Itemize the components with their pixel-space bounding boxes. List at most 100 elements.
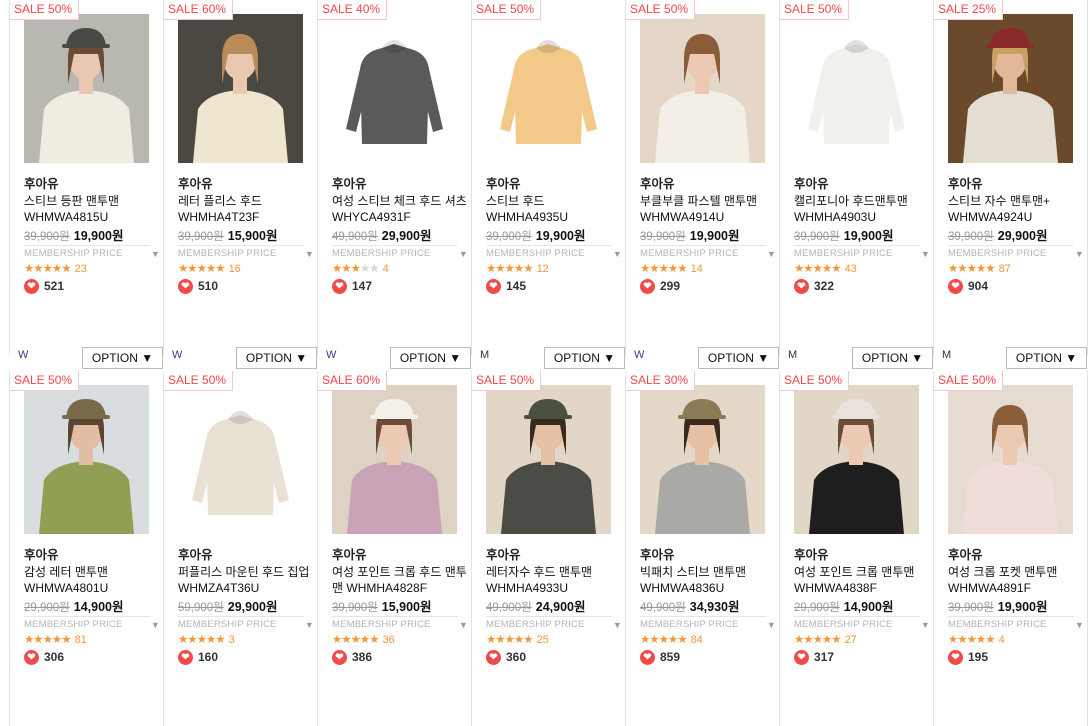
membership-price-toggle[interactable]: MEMBERSHIP PRICE ▼ — [948, 245, 1084, 259]
like-button[interactable]: ❤ 160 — [178, 650, 218, 666]
product-card[interactable]: SALE 50% 후아유 레터자수 후드 맨투맨 WHMHA4933U 49,9… — [471, 371, 626, 726]
triangle-down-icon[interactable]: ▼ — [151, 620, 160, 630]
option-button[interactable]: OPTION ▼ — [236, 347, 317, 369]
product-card[interactable]: SALE 50% 후아유 캘리포니아 후드맨투맨 WHMHA4903U 39,9… — [779, 0, 934, 355]
triangle-down-icon[interactable]: ▼ — [459, 620, 468, 630]
heart-icon[interactable]: ❤ — [178, 279, 193, 295]
product-card[interactable]: SALE 60% 후아유 레터 플리스 후드 WHMHA4T23F 39,900… — [163, 0, 318, 355]
membership-price-toggle[interactable]: MEMBERSHIP PRICE ▼ — [178, 245, 314, 259]
membership-price-toggle[interactable]: MEMBERSHIP PRICE ▼ — [332, 616, 468, 630]
membership-price-toggle[interactable]: MEMBERSHIP PRICE ▼ — [178, 616, 314, 630]
product-name[interactable]: 스티브 등판 맨투맨 WHMWA4815U — [24, 193, 164, 225]
heart-icon[interactable]: ❤ — [332, 279, 347, 295]
product-card[interactable]: SALE 50% 후아유 스티브 등판 맨투맨 WHMWA4815U 39,90… — [9, 0, 164, 355]
product-card[interactable]: SALE 50% 후아유 부클부클 파스텔 맨투맨 WHMWA4914U 39,… — [625, 0, 780, 355]
triangle-down-icon[interactable]: ▼ — [305, 249, 314, 259]
membership-price-toggle[interactable]: MEMBERSHIP PRICE ▼ — [640, 245, 776, 259]
membership-price-toggle[interactable]: MEMBERSHIP PRICE ▼ — [24, 616, 160, 630]
triangle-down-icon[interactable]: ▼ — [767, 249, 776, 259]
product-image[interactable] — [486, 14, 611, 163]
product-card[interactable]: SALE 50% 후아유 여성 크롭 포켓 맨투맨 WHMWA4891F 39,… — [933, 371, 1088, 726]
product-image[interactable] — [794, 14, 919, 163]
product-card[interactable]: SALE 30% 후아유 빅패치 스티브 맨투맨 WHMWA4836U 49,9… — [625, 371, 780, 726]
product-card[interactable]: SALE 50% 후아유 퍼플리스 마운틴 후드 집업 WHMZA4T36U 5… — [163, 371, 318, 726]
product-card[interactable]: SALE 25% 후아유 스티브 자수 맨투맨+ WHMWA4924U 39,9… — [933, 0, 1088, 355]
product-image[interactable] — [332, 385, 457, 534]
product-image[interactable] — [640, 14, 765, 163]
like-button[interactable]: ❤ 147 — [332, 279, 372, 295]
like-button[interactable]: ❤ 360 — [486, 650, 526, 666]
product-image[interactable] — [178, 14, 303, 163]
heart-icon[interactable]: ❤ — [640, 279, 655, 295]
like-button[interactable]: ❤ 510 — [178, 279, 218, 295]
option-button[interactable]: OPTION ▼ — [852, 347, 933, 369]
triangle-down-icon[interactable]: ▼ — [1075, 620, 1084, 630]
product-image[interactable] — [178, 385, 303, 534]
triangle-down-icon[interactable]: ▼ — [1075, 249, 1084, 259]
like-button[interactable]: ❤ 195 — [948, 650, 988, 666]
product-name[interactable]: 캘리포니아 후드맨투맨 WHMHA4903U — [794, 193, 934, 225]
heart-icon[interactable]: ❤ — [332, 650, 347, 666]
heart-icon[interactable]: ❤ — [486, 279, 501, 295]
product-image[interactable] — [794, 385, 919, 534]
triangle-down-icon[interactable]: ▼ — [613, 620, 622, 630]
product-card[interactable]: SALE 40% 후아유 여성 스티브 체크 후드 셔츠 WHYCA4931F … — [317, 0, 472, 355]
product-card[interactable]: SALE 60% 후아유 여성 포인트 크롭 후드 맨투맨 WHMHA4828F… — [317, 371, 472, 726]
product-image[interactable] — [332, 14, 457, 163]
like-button[interactable]: ❤ 306 — [24, 650, 64, 666]
heart-icon[interactable]: ❤ — [794, 279, 809, 295]
like-button[interactable]: ❤ 145 — [486, 279, 526, 295]
triangle-down-icon[interactable]: ▼ — [921, 620, 930, 630]
membership-price-toggle[interactable]: MEMBERSHIP PRICE ▼ — [948, 616, 1084, 630]
product-name[interactable]: 여성 크롭 포켓 맨투맨 WHMWA4891F — [948, 564, 1088, 596]
product-name[interactable]: 빅패치 스티브 맨투맨 WHMWA4836U — [640, 564, 780, 596]
product-card[interactable]: SALE 50% 후아유 감성 레터 맨투맨 WHMWA4801U 29,900… — [9, 371, 164, 726]
product-name[interactable]: 여성 포인트 크롭 후드 맨투맨 WHMHA4828F — [332, 564, 472, 596]
heart-icon[interactable]: ❤ — [486, 650, 501, 666]
like-button[interactable]: ❤ 521 — [24, 279, 64, 295]
product-card[interactable]: SALE 50% 후아유 여성 포인트 크롭 맨투맨 WHMWA4838F 29… — [779, 371, 934, 726]
triangle-down-icon[interactable]: ▼ — [151, 249, 160, 259]
like-button[interactable]: ❤ 904 — [948, 279, 988, 295]
triangle-down-icon[interactable]: ▼ — [921, 249, 930, 259]
product-name[interactable]: 스티브 자수 맨투맨+ WHMWA4924U — [948, 193, 1088, 225]
product-name[interactable]: 부클부클 파스텔 맨투맨 WHMWA4914U — [640, 193, 780, 225]
triangle-down-icon[interactable]: ▼ — [613, 249, 622, 259]
product-name[interactable]: 퍼플리스 마운틴 후드 집업 WHMZA4T36U — [178, 564, 318, 596]
product-name[interactable]: 감성 레터 맨투맨 WHMWA4801U — [24, 564, 164, 596]
membership-price-toggle[interactable]: MEMBERSHIP PRICE ▼ — [486, 616, 622, 630]
product-name[interactable]: 여성 포인트 크롭 맨투맨 WHMWA4838F — [794, 564, 934, 596]
option-button[interactable]: OPTION ▼ — [82, 347, 163, 369]
membership-price-toggle[interactable]: MEMBERSHIP PRICE ▼ — [640, 616, 776, 630]
membership-price-toggle[interactable]: MEMBERSHIP PRICE ▼ — [794, 616, 930, 630]
like-button[interactable]: ❤ 299 — [640, 279, 680, 295]
heart-icon[interactable]: ❤ — [948, 279, 963, 295]
option-button[interactable]: OPTION ▼ — [698, 347, 779, 369]
product-image[interactable] — [486, 385, 611, 534]
membership-price-toggle[interactable]: MEMBERSHIP PRICE ▼ — [332, 245, 468, 259]
like-button[interactable]: ❤ 859 — [640, 650, 680, 666]
heart-icon[interactable]: ❤ — [640, 650, 655, 666]
triangle-down-icon[interactable]: ▼ — [767, 620, 776, 630]
option-button[interactable]: OPTION ▼ — [1006, 347, 1087, 369]
product-image[interactable] — [24, 385, 149, 534]
membership-price-toggle[interactable]: MEMBERSHIP PRICE ▼ — [794, 245, 930, 259]
product-name[interactable]: 레터 플리스 후드 WHMHA4T23F — [178, 193, 318, 225]
product-image[interactable] — [640, 385, 765, 534]
triangle-down-icon[interactable]: ▼ — [459, 249, 468, 259]
heart-icon[interactable]: ❤ — [948, 650, 963, 666]
option-button[interactable]: OPTION ▼ — [544, 347, 625, 369]
like-button[interactable]: ❤ 317 — [794, 650, 834, 666]
triangle-down-icon[interactable]: ▼ — [305, 620, 314, 630]
heart-icon[interactable]: ❤ — [178, 650, 193, 666]
option-button[interactable]: OPTION ▼ — [390, 347, 471, 369]
product-image[interactable] — [948, 385, 1073, 534]
product-name[interactable]: 여성 스티브 체크 후드 셔츠 WHYCA4931F — [332, 193, 472, 225]
heart-icon[interactable]: ❤ — [24, 279, 39, 295]
membership-price-toggle[interactable]: MEMBERSHIP PRICE ▼ — [486, 245, 622, 259]
product-image[interactable] — [948, 14, 1073, 163]
like-button[interactable]: ❤ 386 — [332, 650, 372, 666]
heart-icon[interactable]: ❤ — [24, 650, 39, 666]
product-name[interactable]: 레터자수 후드 맨투맨 WHMHA4933U — [486, 564, 626, 596]
like-button[interactable]: ❤ 322 — [794, 279, 834, 295]
